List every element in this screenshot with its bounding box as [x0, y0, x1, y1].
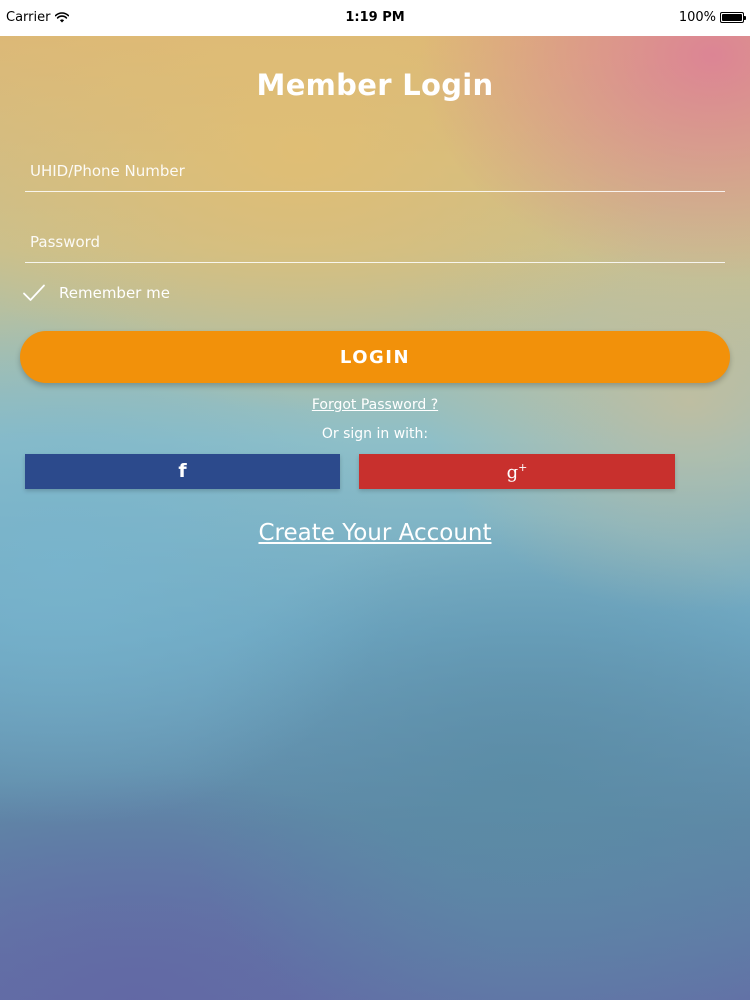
forgot-password-link[interactable]: Forgot Password ?: [312, 397, 438, 413]
battery-percent: 100%: [678, 10, 716, 25]
facebook-icon: f: [178, 460, 187, 482]
remember-me-label: Remember me: [59, 284, 170, 302]
phone-input[interactable]: [30, 159, 725, 183]
login-button[interactable]: LOGIN: [20, 331, 730, 383]
check-icon: [23, 284, 45, 301]
status-time: 1:19 PM: [345, 10, 405, 25]
status-right: 100%: [678, 10, 746, 25]
password-field: [25, 222, 725, 263]
page-title: Member Login: [256, 68, 494, 102]
create-account-link[interactable]: Create Your Account: [258, 520, 491, 546]
google-plus-login-button[interactable]: g+: [359, 454, 675, 489]
remember-me-checkbox[interactable]: Remember me: [22, 283, 170, 303]
facebook-login-button[interactable]: f: [25, 454, 340, 489]
status-bar: Carrier 1:19 PM 100%: [0, 0, 750, 36]
create-account-row: Create Your Account: [0, 520, 750, 546]
login-screen: Carrier 1:19 PM 100% Member Login Rememb…: [0, 0, 750, 1000]
forgot-password-row: Forgot Password ?: [0, 397, 750, 413]
battery-icon: [720, 12, 746, 23]
google-plus-icon: g+: [506, 460, 528, 483]
phone-field: [25, 151, 725, 192]
password-input[interactable]: [30, 230, 725, 254]
or-sign-in-label: Or sign in with:: [321, 426, 429, 442]
